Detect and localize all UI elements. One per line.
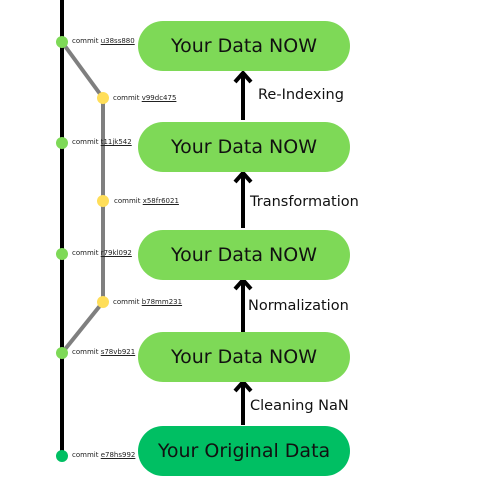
commit-hash-link[interactable]: v99dc475 <box>142 94 177 102</box>
step-label-reindexing: Re-Indexing <box>258 87 344 103</box>
arrow-up-icon <box>233 69 253 120</box>
commit-hash-link[interactable]: e78hs992 <box>101 451 136 459</box>
commit-hash-link[interactable]: s78vb921 <box>101 348 136 356</box>
commit-hash-link[interactable]: x58fr6021 <box>143 197 179 205</box>
commit-label[interactable]: commit t11jk542 <box>72 138 132 147</box>
branch-commit-label[interactable]: commit v99dc475 <box>113 94 176 103</box>
commit-hash-link[interactable]: t11jk542 <box>101 138 132 146</box>
step-label-cleaning: Cleaning NaN <box>250 398 349 414</box>
commit-label[interactable]: commit r79kl092 <box>72 249 132 258</box>
main-commit-dot[interactable] <box>56 137 68 149</box>
branch-line-merge <box>60 300 105 355</box>
commit-label[interactable]: commit u38ss880 <box>72 37 135 46</box>
arrow-up-icon <box>233 378 253 425</box>
branch-commit-label[interactable]: commit b78mm231 <box>113 298 182 307</box>
data-state-box: Your Data NOW <box>138 230 350 280</box>
data-state-box: Your Data NOW <box>138 332 350 382</box>
main-commit-dot[interactable] <box>56 36 68 48</box>
branch-commit-dot[interactable] <box>97 92 109 104</box>
data-state-box: Your Data NOW <box>138 122 350 172</box>
original-data-box: Your Original Data <box>138 426 350 476</box>
branch-commit-label[interactable]: commit x58fr6021 <box>114 197 179 206</box>
branch-commit-dot[interactable] <box>97 296 109 308</box>
commit-label[interactable]: commit e78hs992 <box>72 451 135 460</box>
root-commit-dot[interactable] <box>56 450 68 462</box>
commit-label[interactable]: commit s78vb921 <box>72 348 135 357</box>
branch-line-out <box>60 40 105 100</box>
commit-hash-link[interactable]: u38ss880 <box>101 37 135 45</box>
step-label-normalization: Normalization <box>248 298 349 314</box>
arrow-up-icon <box>233 169 253 228</box>
branch-commit-dot[interactable] <box>97 195 109 207</box>
commit-hash-link[interactable]: b78mm231 <box>142 298 182 306</box>
main-commit-dot[interactable] <box>56 347 68 359</box>
data-state-box: Your Data NOW <box>138 21 350 71</box>
main-commit-dot[interactable] <box>56 248 68 260</box>
step-label-transformation: Transformation <box>250 194 359 210</box>
commit-hash-link[interactable]: r79kl092 <box>101 249 132 257</box>
